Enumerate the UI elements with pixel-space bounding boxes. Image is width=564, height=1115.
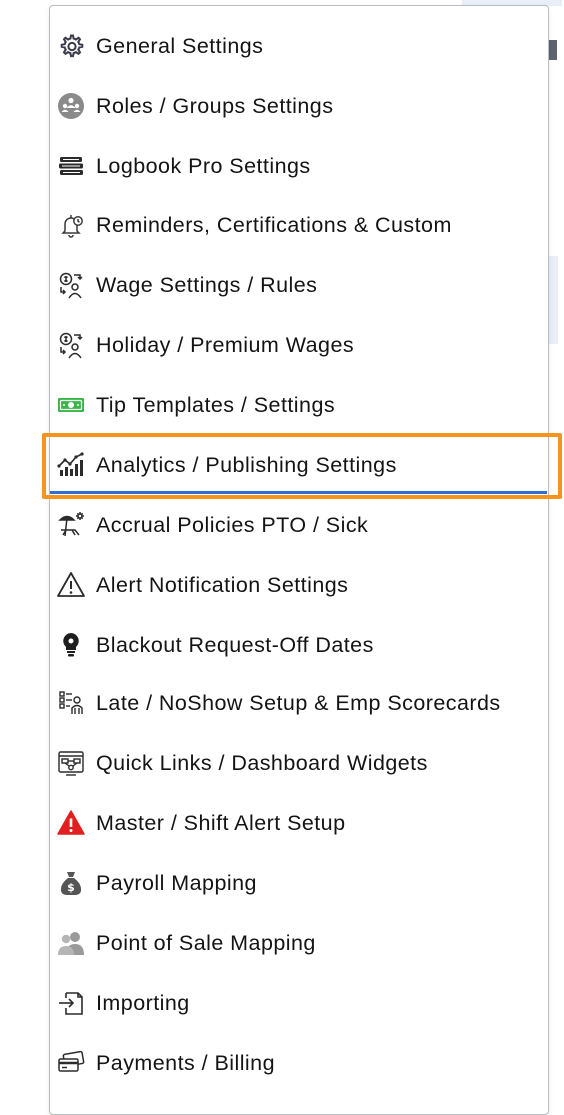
menu-item-label: Master / Shift Alert Setup — [96, 810, 346, 835]
warning-red-icon — [55, 807, 87, 839]
settings-dropdown-menu: General Settings Roles / Groups Settings… — [49, 5, 549, 1115]
menu-item-label: Payments / Billing — [96, 1050, 275, 1075]
menu-item-label: Blackout Request-Off Dates — [96, 632, 374, 657]
menu-item-label: Tip Templates / Settings — [96, 392, 336, 417]
gear-icon — [55, 30, 87, 62]
credit-cards-icon — [55, 1047, 87, 1079]
users-icon — [55, 927, 87, 959]
import-icon — [55, 987, 87, 1019]
menu-item-label: Point of Sale Mapping — [96, 930, 316, 955]
dashboard-widgets-icon — [55, 747, 87, 779]
menu-item-general-settings[interactable]: General Settings — [50, 16, 547, 76]
scorecard-icon — [55, 687, 87, 719]
menu-item-payments-billing[interactable]: Payments / Billing — [50, 1033, 547, 1093]
beach-chair-icon — [55, 509, 87, 541]
holiday-wage-icon — [55, 329, 87, 361]
menu-item-label: Holiday / Premium Wages — [96, 332, 355, 357]
menu-item-roles-groups-settings[interactable]: Roles / Groups Settings — [50, 76, 547, 136]
selected-underline — [50, 491, 547, 494]
menu-item-analytics-publishing-settings[interactable]: Analytics / Publishing Settings — [50, 435, 547, 495]
money-bill-icon — [55, 389, 87, 421]
menu-item-blackout-request-off-dates[interactable]: Blackout Request-Off Dates — [50, 615, 547, 675]
menu-item-importing[interactable]: Importing — [50, 973, 547, 1033]
menu-item-label: Importing — [96, 990, 190, 1015]
menu-item-label: Payroll Mapping — [96, 870, 257, 895]
menu-item-accrual-policies[interactable]: Accrual Policies PTO / Sick — [50, 495, 547, 555]
bell-clock-icon — [55, 209, 87, 241]
menu-item-tip-templates-settings[interactable]: Tip Templates / Settings — [50, 375, 547, 435]
menu-item-alert-notification-settings[interactable]: Alert Notification Settings — [50, 555, 547, 615]
menu-item-master-shift-alert-setup[interactable]: Master / Shift Alert Setup — [50, 793, 547, 853]
background-scroll-marker — [549, 40, 557, 60]
menu-item-late-noshow-scorecards[interactable]: Late / NoShow Setup & Emp Scorecards — [50, 673, 547, 733]
menu-item-quick-links-dashboard-widgets[interactable]: Quick Links / Dashboard Widgets — [50, 733, 547, 793]
roles-groups-icon — [55, 90, 87, 122]
menu-item-holiday-premium-wages[interactable]: Holiday / Premium Wages — [50, 315, 547, 375]
wage-exchange-icon — [55, 269, 87, 301]
menu-item-payroll-mapping[interactable]: $ Payroll Mapping — [50, 853, 547, 913]
menu-item-label: Wage Settings / Rules — [96, 272, 318, 297]
svg-text:$: $ — [67, 881, 75, 894]
logbook-stack-icon — [55, 150, 87, 182]
background-panel-side — [549, 256, 558, 344]
warning-outline-icon — [55, 569, 87, 601]
menu-item-label: Roles / Groups Settings — [96, 93, 334, 118]
menu-item-label: General Settings — [96, 33, 264, 58]
menu-item-wage-settings-rules[interactable]: Wage Settings / Rules — [50, 255, 547, 315]
analytics-chart-icon — [55, 449, 87, 481]
lightbulb-gear-icon — [55, 629, 87, 661]
menu-item-label: Reminders, Certifications & Custom — [96, 212, 452, 237]
menu-item-label: Quick Links / Dashboard Widgets — [96, 750, 428, 775]
menu-item-label: Analytics / Publishing Settings — [96, 452, 397, 477]
menu-item-reminders-certifications[interactable]: Reminders, Certifications & Custom — [50, 195, 547, 255]
money-bag-icon: $ — [55, 867, 87, 899]
menu-item-label: Accrual Policies PTO / Sick — [96, 512, 369, 537]
menu-item-label: Late / NoShow Setup & Emp Scorecards — [96, 690, 501, 715]
menu-item-point-of-sale-mapping[interactable]: Point of Sale Mapping — [50, 913, 547, 973]
menu-item-label: Logbook Pro Settings — [96, 153, 311, 178]
menu-item-label: Alert Notification Settings — [96, 572, 349, 597]
menu-item-logbook-pro-settings[interactable]: Logbook Pro Settings — [50, 136, 547, 196]
